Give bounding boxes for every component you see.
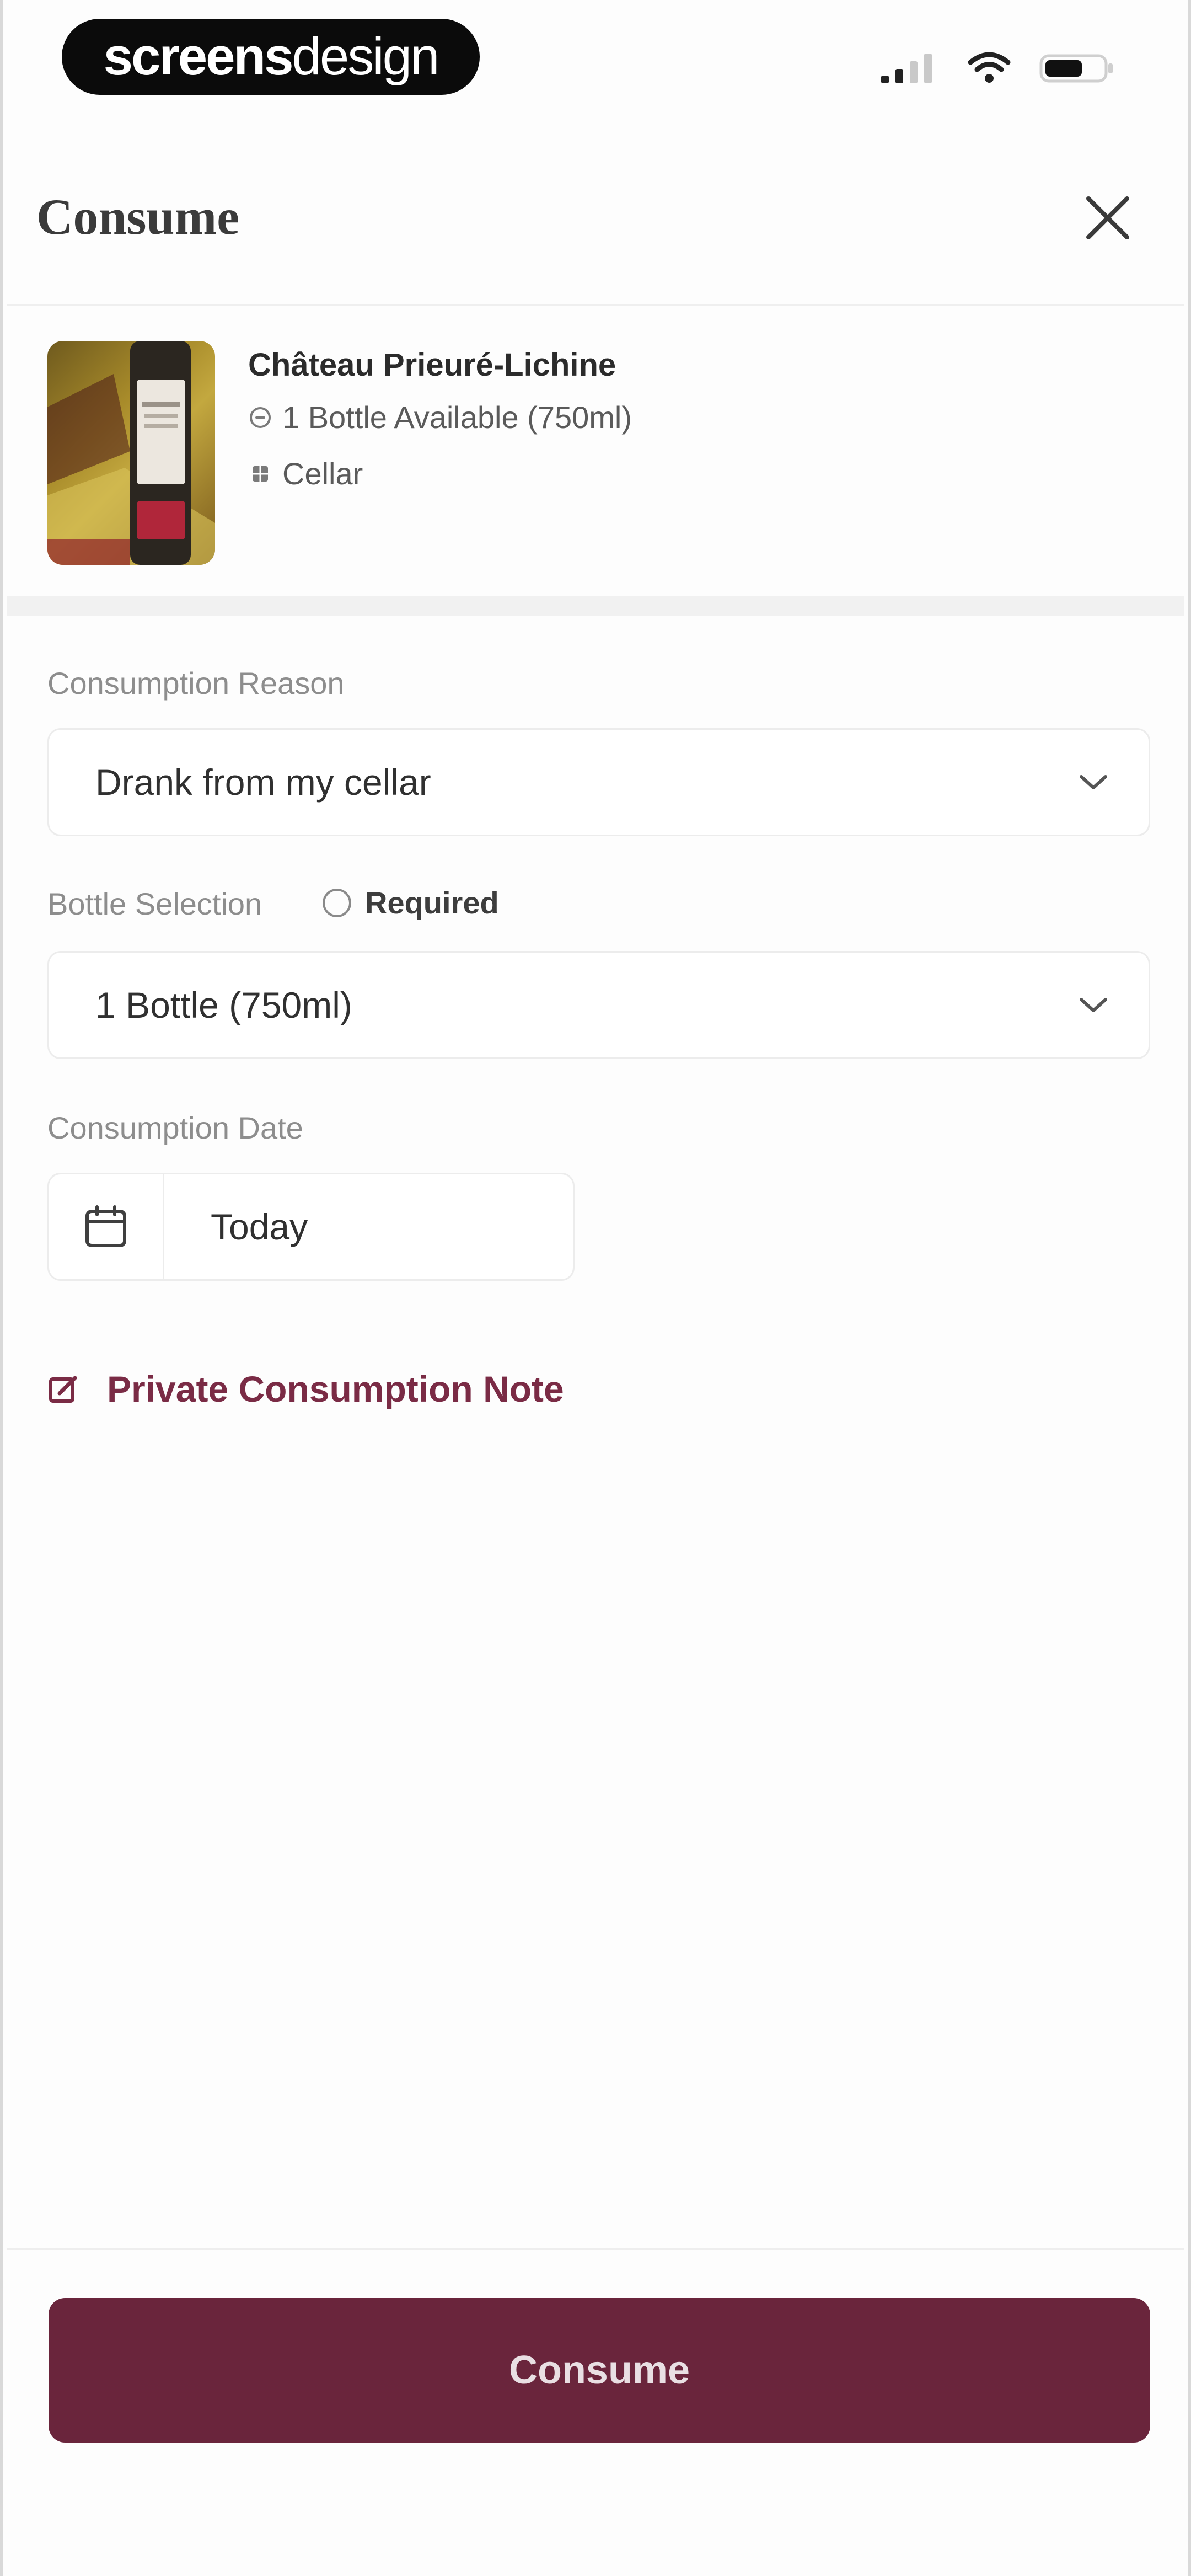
- wine-availability: 1 Bottle Available (750ml): [248, 399, 632, 435]
- date-label: Consumption Date: [47, 1110, 303, 1145]
- page-title: Consume: [36, 189, 240, 245]
- signal-icon: [881, 54, 932, 83]
- reason-select-value: Drank from my cellar: [95, 762, 431, 803]
- chevron-down-icon: [1080, 775, 1107, 789]
- wine-location: Cellar: [248, 456, 363, 491]
- clock-icon: [250, 407, 271, 428]
- header-divider: [7, 304, 1184, 306]
- brand-bold-text: screens: [103, 27, 294, 86]
- brand-light-text: design: [292, 27, 440, 86]
- section-separator: [7, 596, 1184, 616]
- cellar-icon: [253, 466, 268, 482]
- wine-bottle-illustration: [47, 341, 215, 565]
- edit-note-icon: [49, 1376, 77, 1403]
- status-icons: [879, 43, 1116, 93]
- calendar-icon: [85, 1205, 126, 1247]
- required-indicator: Required: [321, 885, 499, 921]
- bottle-select-value: 1 Bottle (750ml): [95, 985, 352, 1025]
- wine-location-text: Cellar: [282, 456, 363, 491]
- date-value: Today: [211, 1206, 308, 1247]
- close-icon: [1086, 196, 1129, 239]
- info-circle-icon: [323, 888, 351, 917]
- brand-badge: screens design: [62, 19, 480, 95]
- wifi-icon: [968, 52, 1011, 83]
- private-note-link[interactable]: Private Consumption Note: [47, 1368, 564, 1410]
- footer-divider: [7, 2248, 1184, 2250]
- reason-label: Consumption Reason: [47, 666, 345, 701]
- consume-button[interactable]: Consume: [49, 2298, 1150, 2443]
- date-picker[interactable]: Today: [47, 1173, 575, 1281]
- reason-select[interactable]: Drank from my cellar: [47, 728, 1150, 836]
- bottle-label: Bottle Selection: [47, 886, 262, 921]
- private-note-text: Private Consumption Note: [107, 1369, 564, 1409]
- wine-name: Château Prieuré-Lichine: [248, 347, 616, 383]
- wine-bottle-image: [47, 341, 215, 565]
- wine-availability-text: 1 Bottle Available (750ml): [282, 400, 632, 435]
- close-button[interactable]: [1083, 193, 1133, 243]
- chevron-down-icon: [1080, 998, 1107, 1012]
- battery-icon: [1039, 54, 1113, 83]
- bottle-select[interactable]: 1 Bottle (750ml): [47, 951, 1150, 1059]
- date-icon-cell: [49, 1174, 164, 1279]
- required-text: Required: [365, 885, 499, 920]
- app-screen: screens design Consume Château Prieuré-L…: [0, 0, 1191, 2576]
